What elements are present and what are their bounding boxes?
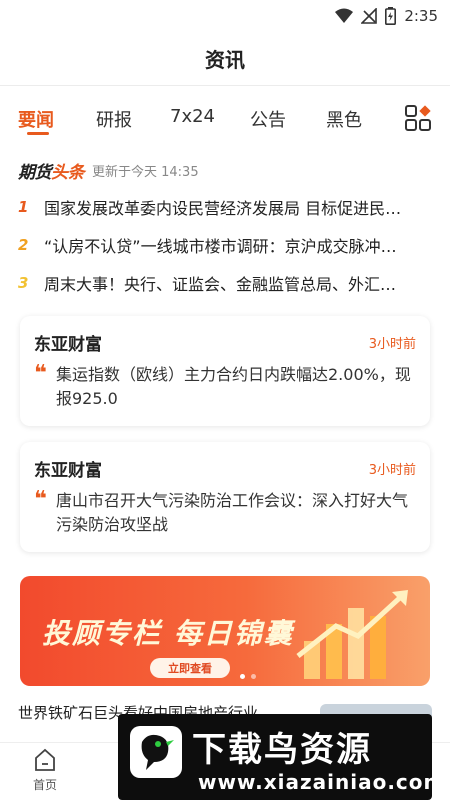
banner-title: 投顾专栏 每日锦囊 <box>42 617 294 650</box>
page-title: 资讯 <box>205 48 245 72</box>
watermark-overlay: 下载鸟资源 www.xiazainiao.com <box>118 714 444 800</box>
battery-icon <box>385 7 397 25</box>
category-grid-icon[interactable] <box>404 104 432 132</box>
headline-list: 1 国家发展改革委内设民营经济发展局 目标促进民… 2 “认房不认贷”一线城市楼… <box>18 188 432 302</box>
title-bar: 资讯 <box>0 32 450 86</box>
pagination-dot[interactable] <box>251 674 256 679</box>
card-source: 东亚财富 <box>34 335 102 355</box>
headline-text: “认房不认贷”一线城市楼市调研：京沪成交脉冲… <box>44 237 397 256</box>
status-bar: 2:35 <box>0 0 450 32</box>
rising-bars-illustration <box>296 590 408 679</box>
card-source: 东亚财富 <box>34 461 102 481</box>
watermark-url: www.xiazainiao.com <box>198 770 446 794</box>
futures-headlines-logo[interactable]: 期货头条 <box>18 158 85 183</box>
banner-pagination <box>240 674 256 679</box>
tab-7x24[interactable]: 7x24 <box>170 106 215 127</box>
promo-banner[interactable]: 投顾专栏 每日锦囊 立即查看 <box>20 576 430 686</box>
headlines-updated-time: 更新于今天 14:35 <box>92 164 199 180</box>
headline-rank: 3 <box>18 274 29 292</box>
banner-view-now-button[interactable]: 立即查看 <box>150 658 230 678</box>
bird-logo-icon <box>130 726 182 778</box>
card-text: 集运指数（欧线）主力合约日内跌幅达2.00%，现报925.0 <box>56 365 411 408</box>
headline-text: 周末大事！央行、证监会、金融监管总局、外汇… <box>44 275 397 294</box>
headline-item[interactable]: 1 国家发展改革委内设民营经济发展局 目标促进民… <box>18 188 432 226</box>
wifi-icon <box>335 8 354 24</box>
category-tabs: 要闻 研报 7x24 公告 黑色 <box>0 96 450 144</box>
pagination-dot[interactable] <box>240 674 245 679</box>
tab-gonggao[interactable]: 公告 <box>250 106 286 132</box>
active-tab-indicator <box>27 132 49 135</box>
headline-item[interactable]: 3 周末大事！央行、证监会、金融监管总局、外汇… <box>18 264 432 302</box>
headline-rank: 2 <box>18 236 29 254</box>
flash-news-card[interactable]: 东亚财富 3小时前 ❝ 集运指数（欧线）主力合约日内跌幅达2.00%，现报925… <box>20 316 430 426</box>
nav-home-label: 首页 <box>32 778 57 792</box>
headline-text: 国家发展改革委内设民营经济发展局 目标促进民… <box>44 199 402 218</box>
headlines-header: 期货头条 更新于今天 14:35 <box>18 158 199 183</box>
headline-rank: 1 <box>18 198 29 216</box>
card-text: 唐山市召开大气污染防治工作会议：深入打好大气污染防治攻坚战 <box>56 491 409 534</box>
no-signal-icon <box>361 8 378 24</box>
tab-yaowen[interactable]: 要闻 <box>18 106 54 132</box>
home-icon <box>35 748 55 771</box>
quote-icon: ❝ <box>34 361 47 386</box>
flash-news-card[interactable]: 东亚财富 3小时前 ❝ 唐山市召开大气污染防治工作会议：深入打好大气污染防治攻坚… <box>20 442 430 552</box>
tab-yanbao[interactable]: 研报 <box>96 106 132 132</box>
nav-home[interactable]: 首页 <box>10 747 80 793</box>
headline-item[interactable]: 2 “认房不认贷”一线城市楼市调研：京沪成交脉冲… <box>18 226 432 264</box>
tab-heise[interactable]: 黑色 <box>326 106 362 132</box>
watermark-title: 下载鸟资源 <box>192 730 372 770</box>
card-time: 3小时前 <box>368 337 416 352</box>
card-time: 3小时前 <box>368 463 416 478</box>
status-time: 2:35 <box>404 7 438 25</box>
quote-icon: ❝ <box>34 487 47 512</box>
